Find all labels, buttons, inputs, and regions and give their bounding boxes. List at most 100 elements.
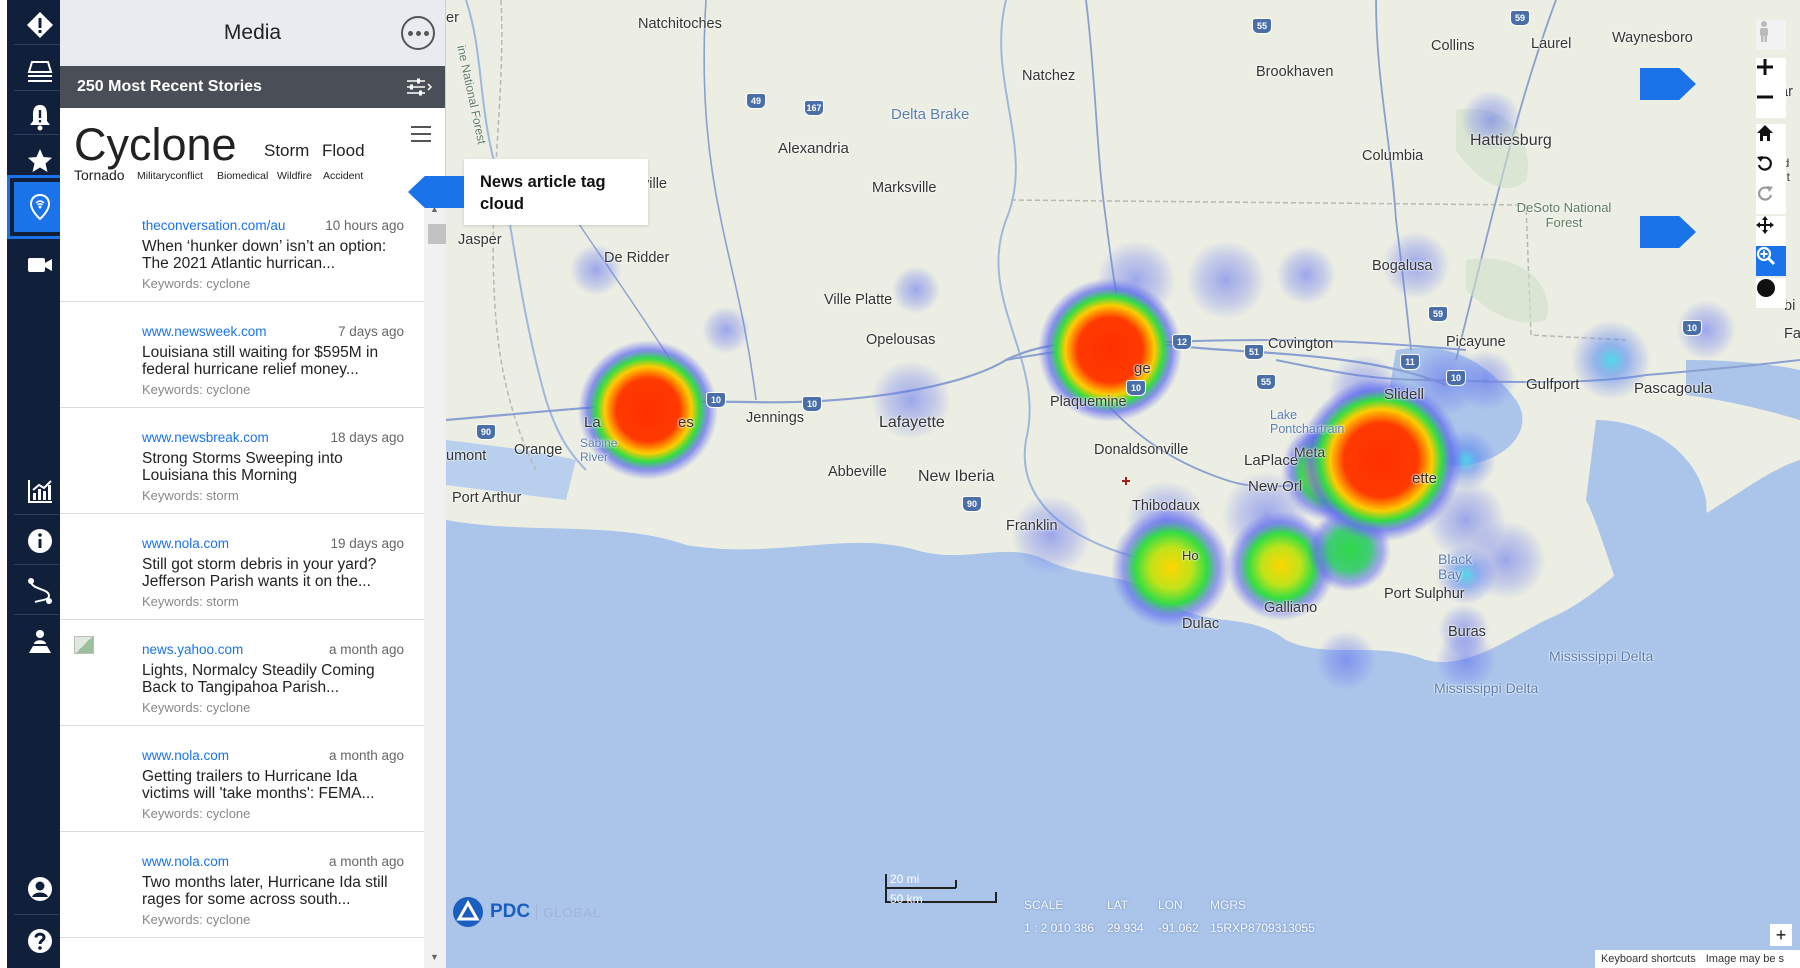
place-metairie: Meta — [1294, 444, 1326, 460]
pan-move-icon[interactable] — [1756, 216, 1786, 246]
story-list: theconversation.com/au 10 hours ago When… — [60, 196, 424, 968]
callout-text: News article tag cloud — [464, 159, 648, 225]
highway-shield: 90 — [962, 496, 982, 512]
highway-shield: 10 — [1446, 370, 1466, 386]
favorites-star-icon[interactable] — [14, 136, 66, 186]
place-buras: Buras — [1448, 624, 1486, 640]
highway-shield: 10 — [802, 396, 822, 412]
place-columbia: Columbia — [1362, 148, 1424, 164]
story-headline[interactable]: Louisiana still waiting for $595M in fed… — [142, 344, 404, 378]
place-villeplatte: Ville Platte — [824, 292, 893, 308]
highway-shield: 49 — [746, 93, 766, 109]
place-covington: Covington — [1268, 336, 1334, 352]
map-marker-person-icon[interactable] — [14, 616, 66, 666]
tag-storm[interactable]: Storm — [264, 142, 309, 159]
story-item[interactable]: www.newsbreak.com 18 days ago Strong Sto… — [60, 408, 424, 514]
place-sabineriver: Sabine River — [580, 436, 618, 464]
story-keywords: Keywords: cyclone — [142, 912, 251, 927]
tag-cyclone[interactable]: Cyclone — [74, 122, 237, 167]
story-headline[interactable]: Lights, Normalcy Steadily Coming Back to… — [142, 662, 404, 696]
map-controls — [1740, 0, 1800, 968]
story-headline[interactable]: When ‘hunker down’ isn’t an option: The … — [142, 238, 404, 272]
story-keywords: Keywords: cyclone — [142, 382, 251, 397]
left-rail — [0, 0, 73, 968]
highway-shield: 90 — [476, 424, 496, 440]
more-options-icon[interactable] — [401, 16, 435, 50]
place-neworleans: New Orl — [1248, 478, 1303, 495]
place-chalmette: ette — [1412, 470, 1438, 487]
rotate-right-icon[interactable] — [1756, 184, 1786, 214]
tag-accident[interactable]: Accident — [323, 171, 363, 182]
story-headline[interactable]: Strong Storms Sweeping into Louisiana th… — [142, 450, 404, 484]
story-time: a month ago — [328, 642, 404, 657]
place-thibodaux: Thibodaux — [1132, 498, 1200, 514]
image-attribution: Image may be s — [1705, 953, 1784, 965]
story-keywords: Keywords: cyclone — [142, 276, 251, 291]
scale-label: SCALE — [1024, 898, 1064, 912]
route-icon[interactable] — [14, 566, 66, 616]
tag-menu-icon[interactable] — [411, 126, 431, 147]
analytics-chart-icon[interactable] — [14, 466, 66, 516]
draw-circle-icon[interactable] — [1756, 278, 1786, 308]
story-headline[interactable]: Still got storm debris in your yard? Jef… — [142, 556, 404, 590]
tag-flood[interactable]: Flood — [322, 142, 365, 159]
keyboard-shortcuts-link[interactable]: Keyboard shortcuts — [1601, 953, 1696, 965]
place-portsulphur: Port Sulphur — [1384, 586, 1465, 602]
story-time: a month ago — [328, 854, 404, 869]
zoom-in-icon[interactable] — [1756, 58, 1786, 88]
story-item[interactable]: news.yahoo.com a month ago Lights, Norma… — [60, 620, 424, 726]
home-icon[interactable] — [1756, 124, 1786, 154]
story-time: 18 days ago — [330, 430, 404, 445]
rotate-left-icon[interactable] — [1756, 154, 1786, 184]
help-icon[interactable] — [14, 916, 66, 966]
expand-plus-icon[interactable]: + — [1770, 924, 1792, 946]
tag-militaryconflict[interactable]: Militaryconflict — [137, 171, 203, 182]
video-camera-icon[interactable] — [14, 240, 66, 290]
user-account-icon[interactable] — [14, 864, 66, 914]
story-headline[interactable]: Getting trailers to Hurricane Ida victim… — [142, 768, 404, 802]
place-newiberia: New Iberia — [918, 468, 995, 485]
scroll-down-icon[interactable]: ▼ — [430, 952, 439, 962]
place-bogalusa: Bogalusa — [1372, 258, 1433, 274]
highway-shield: 55 — [1252, 18, 1272, 34]
place-plaquemine: Plaquemine — [1050, 394, 1127, 410]
place-brookhaven: Brookhaven — [1256, 64, 1334, 80]
story-list-scrollbar[interactable]: ▲ ▼ — [424, 196, 446, 968]
place-beaumont: umont — [446, 448, 487, 464]
tag-biomedical[interactable]: Biomedical — [217, 171, 268, 182]
tag-tornado[interactable]: Tornado — [74, 168, 125, 182]
callout-arrow — [408, 176, 464, 208]
alerts-diamond-icon[interactable] — [14, 0, 66, 50]
tag-wildfire[interactable]: Wildfire — [277, 171, 312, 182]
street-view-person-icon[interactable] — [1756, 20, 1786, 50]
place-alexandria: Alexandria — [778, 140, 849, 157]
layers-icon[interactable] — [14, 46, 66, 96]
panel-title: Media — [223, 21, 282, 44]
zoom-box-icon[interactable] — [1756, 246, 1786, 276]
map-canvas — [446, 0, 1800, 968]
media-location-icon[interactable] — [7, 175, 73, 239]
map-view[interactable]: Natchitoches Alexandria Natchez Brookhav… — [446, 0, 1800, 968]
place-batonrouge-partial: ge — [1134, 360, 1151, 377]
story-thumbnail — [74, 636, 94, 654]
place-gulfport: Gulfport — [1526, 376, 1580, 393]
info-icon[interactable] — [14, 516, 66, 566]
place-lakepontchartrain: Lake Pontchartrain — [1270, 408, 1345, 436]
filter-sliders-icon[interactable] — [405, 78, 433, 96]
story-item[interactable]: www.nola.com a month ago Two months late… — [60, 832, 424, 938]
story-time: 7 days ago — [337, 324, 404, 339]
story-item[interactable]: www.nola.com a month ago Getting trailer… — [60, 726, 424, 832]
zoom-out-icon[interactable] — [1756, 88, 1786, 118]
highway-shield: 59 — [1510, 10, 1530, 26]
highway-shield: 11 — [1400, 354, 1420, 370]
highway-shield: 51 — [1244, 344, 1264, 360]
story-item[interactable]: www.newsweek.com 7 days ago Louisiana st… — [60, 302, 424, 408]
story-item[interactable]: theconversation.com/au 10 hours ago When… — [60, 196, 424, 302]
story-headline[interactable]: Two months later, Hurricane Ida still ra… — [142, 874, 404, 908]
place-lafayette: Lafayette — [879, 414, 945, 431]
tag-cloud-callout: News article tag cloud — [408, 159, 648, 225]
scroll-thumb[interactable] — [428, 224, 446, 244]
stories-label: 250 Most Recent Stories — [77, 78, 262, 95]
stories-bar: 250 Most Recent Stories — [60, 66, 445, 108]
story-item[interactable]: www.nola.com 19 days ago Still got storm… — [60, 514, 424, 620]
